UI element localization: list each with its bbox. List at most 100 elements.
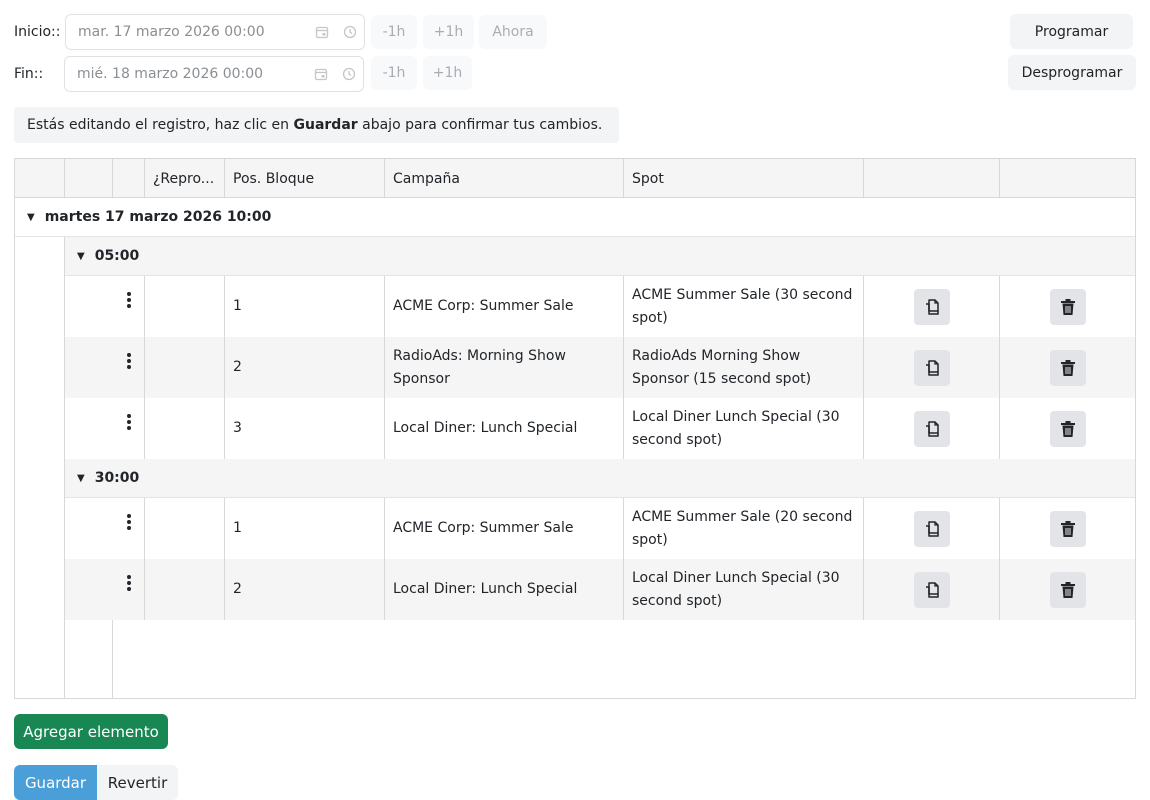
copy-icon[interactable] (913, 349, 950, 386)
replay-cell[interactable] (145, 398, 225, 459)
copy-cell (864, 337, 1000, 398)
campaign-cell[interactable]: ACME Corp: Summer Sale (385, 498, 624, 559)
delete-cell (1000, 498, 1135, 559)
delete-cell (1000, 337, 1135, 398)
copy-icon[interactable] (913, 510, 950, 547)
schedule-grid: ¿Repro... Pos. Bloque Campaña Spot ▼ mar… (14, 158, 1136, 699)
subgroup-label: 30:00 (94, 470, 140, 486)
start-datetime-field[interactable]: mar. 17 marzo 2026 00:00 (65, 14, 365, 50)
table-row[interactable]: 2 RadioAds: Morning Show Sponsor RadioAds … (65, 337, 1135, 398)
grid-header: ¿Repro... Pos. Bloque Campaña Spot (15, 159, 1135, 198)
start-label: Inicio:: (14, 24, 61, 40)
end-label: Fin:: (14, 66, 44, 82)
column-header-replay[interactable]: ¿Repro... (145, 159, 225, 198)
start-plus-hour-button[interactable]: +1h (423, 15, 474, 49)
kebab-icon[interactable] (126, 352, 131, 369)
copy-cell (864, 559, 1000, 620)
save-button[interactable]: Guardar (14, 765, 97, 800)
block-position-cell[interactable]: 1 (225, 276, 385, 337)
column-header-group (65, 159, 113, 198)
spot-cell[interactable]: RadioAds Morning Show Sponsor (15 second… (624, 337, 864, 398)
delete-cell (1000, 398, 1135, 459)
revert-button[interactable]: Revertir (97, 765, 178, 800)
subgroup-row[interactable]: ▼ 05:00 (65, 237, 1135, 276)
block-position-cell[interactable]: 1 (225, 498, 385, 559)
group-row-date[interactable]: ▼ martes 17 marzo 2026 10:00 (15, 198, 1135, 237)
column-header-drag (113, 159, 145, 198)
notice-prefix: Estás editando el registro, haz clic en (27, 117, 294, 133)
subgroup-label: 05:00 (94, 248, 140, 264)
trash-icon[interactable] (1049, 510, 1086, 547)
start-minus-hour-button[interactable]: -1h (371, 15, 417, 49)
trash-icon[interactable] (1049, 349, 1086, 386)
notice-suffix: abajo para confirmar tus cambios. (357, 117, 603, 133)
group-label: martes 17 marzo 2026 10:00 (44, 209, 272, 225)
delete-cell (1000, 559, 1135, 620)
drag-handle[interactable] (113, 337, 145, 398)
replay-cell[interactable] (145, 559, 225, 620)
trash-icon[interactable] (1049, 288, 1086, 325)
notice-bold: Guardar (293, 117, 358, 133)
column-header-campaign[interactable]: Campaña (385, 159, 624, 198)
campaign-cell[interactable]: Local Diner: Lunch Special (385, 559, 624, 620)
caret-down-icon[interactable]: ▼ (77, 473, 85, 484)
replay-cell[interactable] (145, 337, 225, 398)
table-row[interactable]: 1 ACME Corp: Summer Sale ACME Summer Sale … (65, 498, 1135, 559)
now-button[interactable]: Ahora (479, 15, 547, 49)
block-position-cell[interactable]: 3 (225, 398, 385, 459)
clock-icon[interactable] (336, 25, 364, 39)
column-header-copy (864, 159, 1000, 198)
spot-cell[interactable]: ACME Summer Sale (30 second spot) (624, 276, 864, 337)
column-header-delete (1000, 159, 1135, 198)
end-datetime-field[interactable]: mié. 18 marzo 2026 00:00 (64, 56, 364, 92)
replay-cell[interactable] (145, 498, 225, 559)
start-datetime-value: mar. 17 marzo 2026 00:00 (78, 24, 265, 40)
schedule-button[interactable]: Programar (1010, 14, 1133, 49)
clock-icon[interactable] (335, 67, 363, 81)
copy-cell (864, 276, 1000, 337)
subgroup-row[interactable]: ▼ 30:00 (65, 459, 1135, 498)
copy-icon[interactable] (913, 288, 950, 325)
group-indent (15, 237, 65, 698)
delete-cell (1000, 276, 1135, 337)
table-row[interactable]: 3 Local Diner: Lunch Special Local Diner L… (65, 398, 1135, 459)
end-plus-hour-button[interactable]: +1h (423, 56, 472, 90)
drag-handle[interactable] (113, 276, 145, 337)
editing-notice: Estás editando el registro, haz clic en … (14, 107, 619, 143)
block-position-cell[interactable]: 2 (225, 337, 385, 398)
calendar-icon[interactable] (308, 25, 336, 39)
column-header-spot[interactable]: Spot (624, 159, 864, 198)
calendar-icon[interactable] (307, 67, 335, 81)
add-item-button[interactable]: Agregar elemento (14, 714, 168, 749)
spot-cell[interactable]: Local Diner Lunch Special (30 second spo… (624, 398, 864, 459)
kebab-icon[interactable] (126, 513, 131, 530)
column-header-expander (15, 159, 65, 198)
drag-handle[interactable] (113, 398, 145, 459)
end-datetime-value: mié. 18 marzo 2026 00:00 (77, 66, 264, 82)
replay-cell[interactable] (145, 276, 225, 337)
caret-down-icon[interactable]: ▼ (77, 251, 85, 262)
spot-cell[interactable]: Local Diner Lunch Special (30 second spo… (624, 559, 864, 620)
drag-handle[interactable] (113, 498, 145, 559)
copy-cell (864, 398, 1000, 459)
unschedule-button[interactable]: Desprogramar (1008, 55, 1136, 90)
column-header-block-position[interactable]: Pos. Bloque (225, 159, 385, 198)
kebab-icon[interactable] (126, 574, 131, 591)
campaign-cell[interactable]: Local Diner: Lunch Special (385, 398, 624, 459)
campaign-cell[interactable]: ACME Corp: Summer Sale (385, 276, 624, 337)
table-row[interactable]: 1 ACME Corp: Summer Sale ACME Summer Sale … (65, 276, 1135, 337)
campaign-cell[interactable]: RadioAds: Morning Show Sponsor (385, 337, 624, 398)
trash-icon[interactable] (1049, 410, 1086, 447)
copy-icon[interactable] (913, 410, 950, 447)
end-minus-hour-button[interactable]: -1h (371, 56, 417, 90)
kebab-icon[interactable] (126, 413, 131, 430)
copy-icon[interactable] (913, 571, 950, 608)
block-position-cell[interactable]: 2 (225, 559, 385, 620)
table-row[interactable]: 2 Local Diner: Lunch Special Local Diner L… (65, 559, 1135, 620)
copy-cell (864, 498, 1000, 559)
caret-down-icon[interactable]: ▼ (27, 212, 35, 223)
drag-handle[interactable] (113, 559, 145, 620)
kebab-icon[interactable] (126, 291, 131, 308)
spot-cell[interactable]: ACME Summer Sale (20 second spot) (624, 498, 864, 559)
trash-icon[interactable] (1049, 571, 1086, 608)
